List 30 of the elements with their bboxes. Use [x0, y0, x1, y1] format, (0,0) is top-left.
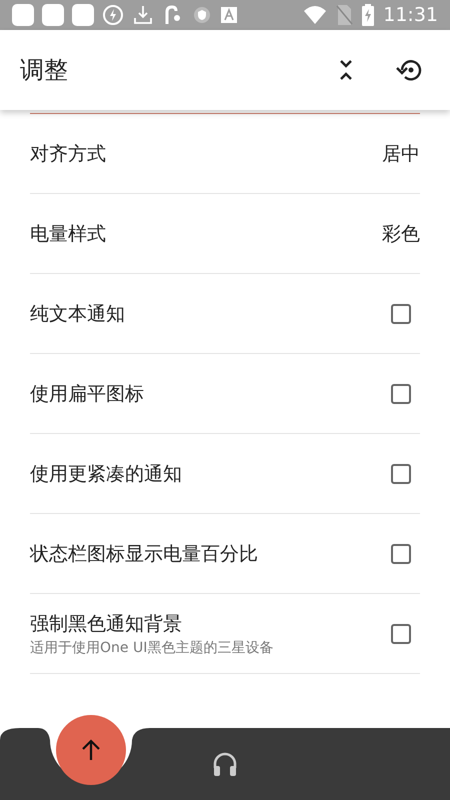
notification-icon [12, 4, 34, 26]
download-icon [132, 4, 154, 26]
setting-label: 使用更紧凑的通知 [30, 462, 183, 486]
setting-label: 使用扁平图标 [30, 382, 145, 406]
setting-description: 适用于使用One UI黑色主题的三星设备 [30, 638, 274, 656]
notification-icon [42, 4, 64, 26]
wifi-icon [303, 5, 328, 25]
notification-icon [72, 4, 94, 26]
headphones-icon[interactable] [212, 751, 238, 777]
setting-label: 强制黑色通知背景 [30, 612, 183, 636]
collapse-icon [338, 58, 354, 82]
checkbox[interactable] [391, 304, 411, 324]
checkbox[interactable] [391, 624, 411, 644]
checkbox[interactable] [391, 544, 411, 564]
page-title: 调整 [20, 55, 69, 86]
no-sim-icon [335, 4, 354, 26]
setting-value[interactable]: 居中 [382, 140, 420, 166]
battery-icon [361, 4, 376, 26]
setting-label: 电量样式 [30, 222, 107, 246]
setting-value[interactable]: 彩色 [382, 220, 420, 246]
bolt-icon [102, 4, 124, 26]
checkbox[interactable] [391, 464, 411, 484]
font-icon [220, 6, 238, 24]
checkbox[interactable] [391, 384, 411, 404]
arrow-up-icon [80, 738, 102, 762]
shield-icon [192, 5, 212, 25]
setting-label: 纯文本通知 [30, 302, 126, 326]
status-time: 11:31 [383, 4, 438, 26]
setting-label: 对齐方式 [30, 142, 107, 166]
setting-label: 状态栏图标显示电量百分比 [30, 542, 259, 566]
